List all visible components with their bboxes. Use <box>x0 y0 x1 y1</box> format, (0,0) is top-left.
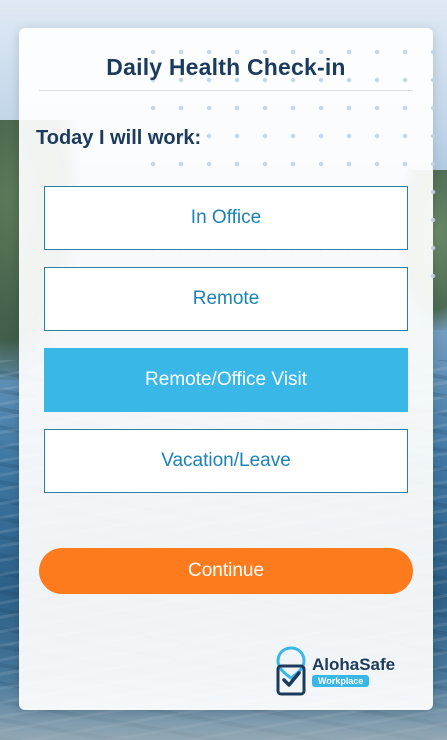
option-remote[interactable]: Remote <box>44 267 408 331</box>
option-in-office[interactable]: In Office <box>44 186 408 250</box>
brand-name: AlohaSafe <box>312 654 396 674</box>
alohasafe-logo: AlohaSafe Workplace <box>275 646 405 696</box>
logo-text: AlohaSafe Workplace <box>312 654 396 687</box>
page-title: Daily Health Check-in <box>106 54 346 80</box>
option-vacation-leave[interactable]: Vacation/Leave <box>44 429 408 493</box>
title-divider <box>39 90 413 91</box>
option-label: Remote/Office Visit <box>145 369 307 390</box>
option-label: Vacation/Leave <box>161 450 291 471</box>
option-remote-office-visit[interactable]: Remote/Office Visit <box>44 348 408 412</box>
option-label: In Office <box>190 207 262 228</box>
checkin-card: Daily Health Check-in Today I will work:… <box>19 28 439 710</box>
continue-button[interactable]: Continue <box>39 548 413 594</box>
location-pin-check-icon <box>276 646 306 696</box>
brand-badge: Workplace <box>312 674 370 687</box>
work-location-prompt: Today I will work: <box>36 127 202 149</box>
option-label: Remote <box>192 288 260 309</box>
